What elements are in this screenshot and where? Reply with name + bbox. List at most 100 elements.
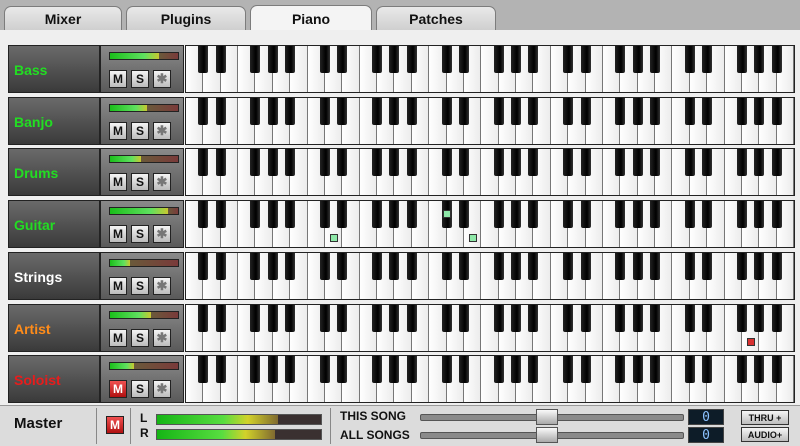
black-key[interactable] [615, 356, 626, 384]
black-key[interactable] [458, 97, 469, 125]
black-key[interactable] [754, 252, 765, 280]
black-key[interactable] [406, 304, 417, 332]
black-key[interactable] [285, 97, 296, 125]
black-key[interactable] [736, 356, 747, 384]
black-key[interactable] [684, 356, 695, 384]
black-key[interactable] [267, 201, 278, 229]
black-key[interactable] [250, 252, 261, 280]
black-key[interactable] [198, 97, 209, 125]
black-key[interactable] [493, 46, 504, 73]
gear-icon[interactable]: ✱ [153, 328, 171, 347]
audio-button[interactable]: AUDIO+ [741, 427, 789, 442]
gear-icon[interactable]: ✱ [153, 173, 171, 192]
black-key[interactable] [580, 252, 591, 280]
black-key[interactable] [563, 97, 574, 125]
black-key[interactable] [754, 356, 765, 384]
black-key[interactable] [285, 46, 296, 73]
black-key[interactable] [406, 356, 417, 384]
black-key[interactable] [319, 201, 330, 229]
black-key[interactable] [337, 46, 348, 73]
black-key[interactable] [702, 356, 713, 384]
black-key[interactable] [632, 201, 643, 229]
black-key[interactable] [511, 304, 522, 332]
black-key[interactable] [215, 304, 226, 332]
black-key[interactable] [702, 304, 713, 332]
black-key[interactable] [406, 46, 417, 73]
black-key[interactable] [650, 201, 661, 229]
black-key[interactable] [337, 356, 348, 384]
black-key[interactable] [650, 46, 661, 73]
black-key[interactable] [458, 252, 469, 280]
black-key[interactable] [215, 97, 226, 125]
black-key[interactable] [493, 304, 504, 332]
black-key[interactable] [389, 201, 400, 229]
black-key[interactable] [684, 304, 695, 332]
black-key[interactable] [285, 252, 296, 280]
black-key[interactable] [198, 149, 209, 177]
black-key[interactable] [563, 252, 574, 280]
solo-button[interactable]: S [131, 276, 149, 295]
black-key[interactable] [511, 252, 522, 280]
mute-button[interactable]: M [109, 121, 127, 140]
black-key[interactable] [458, 46, 469, 73]
black-key[interactable] [372, 252, 383, 280]
black-key[interactable] [563, 304, 574, 332]
black-key[interactable] [580, 201, 591, 229]
black-key[interactable] [198, 252, 209, 280]
black-key[interactable] [389, 149, 400, 177]
black-key[interactable] [771, 46, 782, 73]
black-key[interactable] [319, 252, 330, 280]
black-key[interactable] [285, 149, 296, 177]
tab-patches[interactable]: Patches [376, 6, 496, 30]
black-key[interactable] [528, 356, 539, 384]
black-key[interactable] [615, 201, 626, 229]
black-key[interactable] [493, 97, 504, 125]
black-key[interactable] [250, 97, 261, 125]
black-key[interactable] [771, 356, 782, 384]
black-key[interactable] [319, 304, 330, 332]
solo-button[interactable]: S [131, 173, 149, 192]
black-key[interactable] [441, 46, 452, 73]
black-key[interactable] [406, 97, 417, 125]
mute-button[interactable]: M [109, 70, 127, 88]
black-key[interactable] [389, 97, 400, 125]
solo-button[interactable]: S [131, 328, 149, 347]
black-key[interactable] [372, 356, 383, 384]
black-key[interactable] [528, 201, 539, 229]
black-key[interactable] [754, 201, 765, 229]
black-key[interactable] [684, 46, 695, 73]
black-key[interactable] [684, 97, 695, 125]
black-key[interactable] [650, 356, 661, 384]
tab-piano[interactable]: Piano [250, 5, 372, 31]
black-key[interactable] [511, 201, 522, 229]
black-key[interactable] [493, 149, 504, 177]
black-key[interactable] [215, 201, 226, 229]
black-key[interactable] [198, 304, 209, 332]
master-mute-button[interactable]: M [106, 416, 124, 434]
all-songs-slider[interactable] [420, 427, 684, 443]
black-key[interactable] [250, 356, 261, 384]
black-key[interactable] [337, 201, 348, 229]
black-key[interactable] [580, 356, 591, 384]
tab-plugins[interactable]: Plugins [126, 6, 246, 30]
black-key[interactable] [458, 304, 469, 332]
black-key[interactable] [319, 97, 330, 125]
black-key[interactable] [615, 97, 626, 125]
solo-button[interactable]: S [131, 70, 149, 88]
mute-button[interactable]: M [109, 380, 127, 399]
black-key[interactable] [615, 304, 626, 332]
black-key[interactable] [319, 356, 330, 384]
black-key[interactable] [632, 252, 643, 280]
black-key[interactable] [458, 149, 469, 177]
black-key[interactable] [528, 252, 539, 280]
black-key[interactable] [267, 304, 278, 332]
black-key[interactable] [389, 252, 400, 280]
black-key[interactable] [563, 356, 574, 384]
black-key[interactable] [528, 149, 539, 177]
black-key[interactable] [771, 149, 782, 177]
gear-icon[interactable]: ✱ [153, 276, 171, 295]
solo-button[interactable]: S [131, 121, 149, 140]
black-key[interactable] [406, 252, 417, 280]
thru-button[interactable]: THRU + [741, 410, 789, 425]
black-key[interactable] [632, 46, 643, 73]
